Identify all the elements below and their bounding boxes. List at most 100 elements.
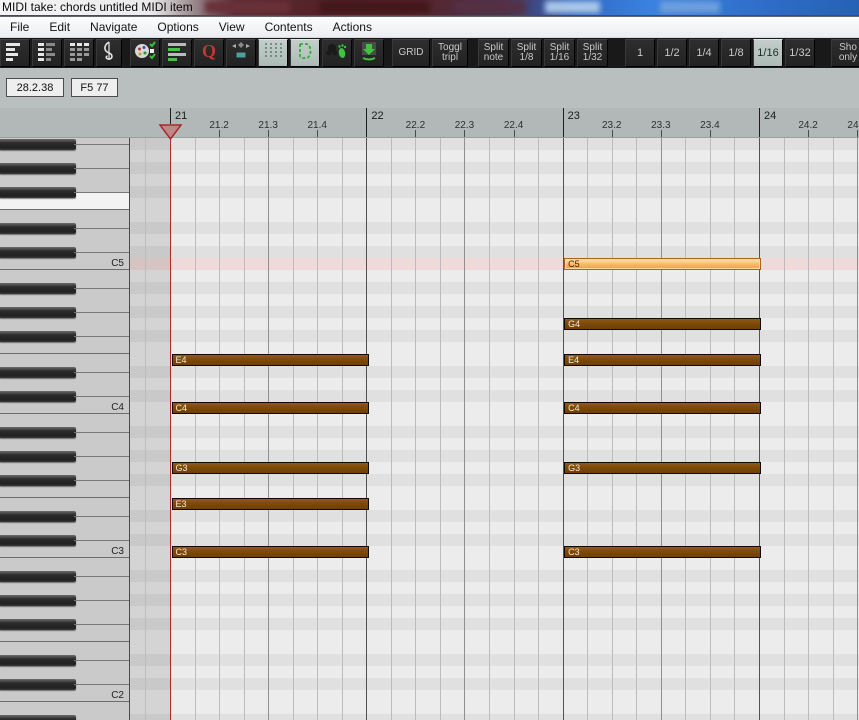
colorize-notes-button[interactable]: [130, 39, 160, 67]
grid-row-d3: [130, 522, 859, 534]
split-1/16-button[interactable]: Split 1/16: [544, 39, 575, 67]
division-1-2-button[interactable]: 1/2: [657, 39, 687, 67]
title-bar[interactable]: MIDI take: chords untitled MIDI item: [0, 0, 859, 15]
midi-note-c3-m21[interactable]: C3: [171, 546, 369, 558]
grid-row-fs4: [130, 330, 859, 342]
view-notation-button[interactable]: [96, 39, 122, 67]
split-note-button[interactable]: Split note: [478, 39, 509, 67]
toggl-tripl-button[interactable]: Toggl tripl: [432, 39, 468, 67]
grid-row-cs2: [130, 678, 859, 690]
piano-key-black-fs5[interactable]: [0, 186, 76, 198]
midi-note-c4-m21[interactable]: C4: [171, 402, 369, 414]
titlebar-blur-patch: [320, 1, 430, 13]
grid-row-ds5: [130, 222, 859, 234]
piano-key-black-gs4[interactable]: [0, 306, 76, 318]
grid-row-f5: [130, 198, 859, 210]
grid-row-gs2: [130, 594, 859, 606]
piano-key-black-as5[interactable]: [0, 138, 76, 150]
piano-key-black-as2[interactable]: [0, 570, 76, 582]
menu-item-actions[interactable]: Actions: [323, 17, 382, 38]
midi-note-c3-m23[interactable]: C3: [564, 546, 762, 558]
octave-label-c4: C4: [111, 402, 124, 413]
show-only-button[interactable]: Sho only: [831, 39, 859, 67]
timeline-ruler[interactable]: 21 21.2 21.3 21.4 22 22.2 22.3 22.4 23 23.2 23.3 23…: [0, 108, 859, 138]
view-event-list-button[interactable]: [64, 39, 94, 67]
menu-item-navigate[interactable]: Navigate: [80, 17, 147, 38]
white-key-separator: [74, 312, 129, 313]
quantize-settings-button[interactable]: [162, 39, 192, 67]
edit-cursor-handle[interactable]: [158, 123, 183, 141]
white-key-separator: [74, 576, 129, 577]
grid-row-e5: [130, 210, 859, 222]
humanize-button[interactable]: [226, 39, 256, 67]
piano-key-black-cs2[interactable]: [0, 678, 76, 690]
ruler-beat-tick: [464, 130, 466, 137]
midi-note-e4-m23[interactable]: E4: [564, 354, 762, 366]
piano-key-black-gs5[interactable]: [0, 162, 76, 174]
menu-item-file[interactable]: File: [0, 17, 39, 38]
division-1-32-button[interactable]: 1/32: [785, 39, 815, 67]
division-1-button[interactable]: 1: [625, 39, 655, 67]
piano-key-black-as1[interactable]: [0, 714, 76, 720]
edit-cursor-line[interactable]: [170, 138, 171, 720]
piano-key-black-cs4[interactable]: [0, 390, 76, 402]
white-key-separator: [74, 684, 129, 685]
division-1-4-button[interactable]: 1/4: [689, 39, 719, 67]
piano-key-black-gs3[interactable]: [0, 450, 76, 462]
grid-row-c2: [130, 690, 859, 702]
ruler-beat-tick: [709, 130, 711, 137]
piano-key-black-ds3[interactable]: [0, 510, 76, 522]
grid-row-d5: [130, 234, 859, 246]
last-note-readout[interactable]: F5 77: [71, 78, 118, 97]
piano-key-highlight-f5[interactable]: [0, 198, 129, 209]
piano-key-black-fs2[interactable]: [0, 618, 76, 630]
note-grid[interactable]: E4 C4 G3 E3 C3 C5 G4 E4 C4 G3 C3: [130, 138, 859, 720]
grid-row-as1: [130, 714, 859, 720]
quantize-button[interactable]: Q: [194, 39, 224, 67]
ruler-measure-label: 21: [175, 110, 188, 122]
piano-keyboard[interactable]: C5 C4 C3 C2: [0, 138, 130, 720]
grid-row-cs4: [130, 390, 859, 402]
midi-note-g3-m21[interactable]: G3: [171, 462, 369, 474]
piano-key-black-fs3[interactable]: [0, 474, 76, 486]
midi-note-c5-m23[interactable]: C5: [564, 258, 762, 270]
piano-key-black-fs4[interactable]: [0, 330, 76, 342]
division-1-8-button[interactable]: 1/8: [721, 39, 751, 67]
menu-item-options[interactable]: Options: [147, 17, 208, 38]
midi-note-g3-m23[interactable]: G3: [564, 462, 762, 474]
piano-key-black-cs5[interactable]: [0, 246, 76, 258]
input-quantize-button[interactable]: [322, 39, 352, 67]
midi-note-e4-m21[interactable]: E4: [171, 354, 369, 366]
piano-key-black-gs2[interactable]: [0, 594, 76, 606]
piano-key-black-ds4[interactable]: [0, 366, 76, 378]
piano-key-black-ds2[interactable]: [0, 654, 76, 666]
position-readout[interactable]: 28.2.38: [6, 78, 64, 97]
view-named-notes-button[interactable]: [32, 39, 62, 67]
piano-key-black-ds5[interactable]: [0, 222, 76, 234]
division-1-16-button[interactable]: 1/16: [753, 39, 783, 67]
ruler-beat-tick: [219, 130, 221, 137]
midi-note-c4-m23[interactable]: C4: [564, 402, 762, 414]
grid-row-a3: [130, 438, 859, 450]
menu-item-edit[interactable]: Edit: [39, 17, 80, 38]
midi-note-e3-m21[interactable]: E3: [171, 498, 369, 510]
split-1/32-button[interactable]: Split 1/32: [577, 39, 608, 67]
piano-key-black-as4[interactable]: [0, 282, 76, 294]
step-input-button[interactable]: [354, 39, 384, 67]
piano-key-black-cs3[interactable]: [0, 534, 76, 546]
ruler-beat-tick: [660, 130, 662, 137]
grid-toggle-button[interactable]: [258, 39, 288, 67]
ruler-measure-line: [562, 108, 564, 137]
menu-item-contents[interactable]: Contents: [255, 17, 323, 38]
grid-row-b1: [130, 702, 859, 714]
grid-row-cs3: [130, 534, 859, 546]
midi-note-g4-m23[interactable]: G4: [564, 318, 762, 330]
swing-grid-button[interactable]: [290, 39, 320, 67]
view-piano-roll-button[interactable]: [0, 39, 30, 67]
grid-row-fs3: [130, 474, 859, 486]
menu-item-view[interactable]: View: [209, 17, 255, 38]
white-key-separator: [74, 144, 129, 145]
grid-button[interactable]: GRID: [392, 39, 430, 67]
split-1/8-button[interactable]: Split 1/8: [511, 39, 542, 67]
piano-key-black-as3[interactable]: [0, 426, 76, 438]
